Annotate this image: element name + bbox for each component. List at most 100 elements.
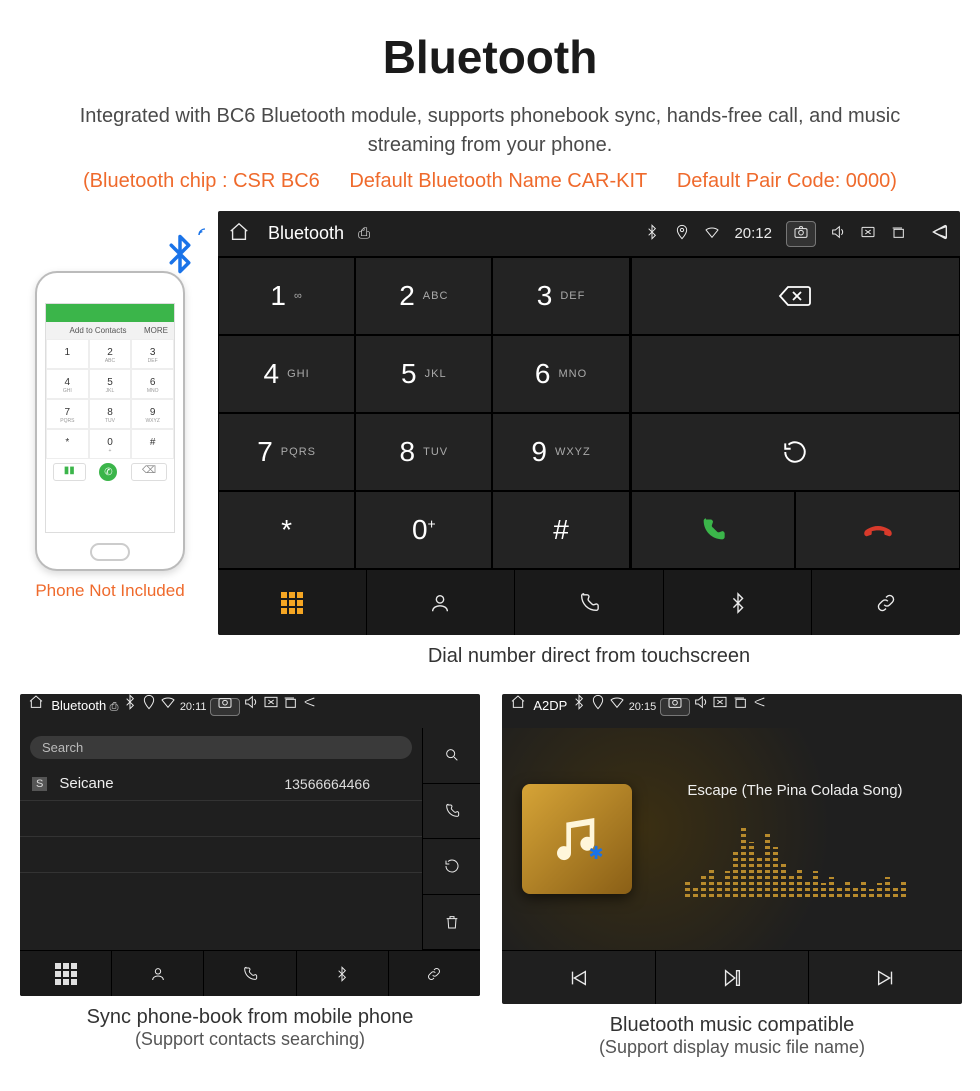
call-button[interactable] xyxy=(422,784,480,840)
bt-status-icon xyxy=(644,224,660,244)
screenshot-icon[interactable] xyxy=(210,698,240,716)
recent-apps-icon[interactable] xyxy=(732,701,748,713)
key-9[interactable]: 9WXYZ xyxy=(492,413,629,491)
nav-pair[interactable] xyxy=(812,570,960,635)
person-icon xyxy=(150,966,166,982)
empty-slot xyxy=(631,335,960,413)
clock-label: 20:15 xyxy=(629,701,657,713)
screenshot-icon[interactable] xyxy=(660,698,690,716)
phone-illustration: Add to Contacts MORE 1 2ABC3DEF 4GHI5JKL… xyxy=(20,211,200,601)
call-button[interactable] xyxy=(631,491,796,569)
key-4[interactable]: 4GHI xyxy=(218,335,355,413)
dialer-screen: Bluetooth ⎙ 20:12 xyxy=(218,211,960,635)
hangup-button[interactable] xyxy=(795,491,960,569)
wifi-icon xyxy=(704,224,720,244)
close-icon[interactable] xyxy=(263,701,279,713)
track-title: Escape (The Pina Colada Song) xyxy=(648,782,942,799)
clock-label: 20:12 xyxy=(734,225,772,242)
bottom-nav xyxy=(218,569,960,635)
nav-bluetooth[interactable] xyxy=(297,951,389,996)
prev-button[interactable] xyxy=(502,951,656,1004)
phone-contacts-label: Add to Contacts xyxy=(70,326,127,335)
music-caption: Bluetooth music compatible (Support disp… xyxy=(502,1004,962,1076)
spec-line: (Bluetooth chip : CSR BC6 Default Blueto… xyxy=(0,160,980,211)
phone-icon xyxy=(578,592,600,614)
keypad-icon xyxy=(281,592,303,614)
spec-code: Default Pair Code: 0000) xyxy=(677,170,897,192)
nav-contacts[interactable] xyxy=(112,951,204,996)
app-title: Bluetooth xyxy=(268,223,344,244)
bluetooth-nav-icon xyxy=(334,966,350,982)
volume-icon[interactable] xyxy=(830,224,846,244)
album-art: ✱ xyxy=(522,784,632,894)
back-icon[interactable] xyxy=(301,701,317,713)
contact-name: Seicane xyxy=(59,775,113,792)
key-1[interactable]: 1∞ xyxy=(218,257,355,335)
gps-icon xyxy=(141,701,157,713)
contact-row[interactable]: S Seicane 13566664466 xyxy=(20,767,422,801)
bluetooth-icon xyxy=(159,233,201,285)
key-8[interactable]: 8TUV xyxy=(355,413,492,491)
link-icon xyxy=(426,966,442,982)
home-icon[interactable] xyxy=(510,701,526,713)
close-icon[interactable] xyxy=(860,224,876,244)
key-0[interactable]: 0+ xyxy=(355,491,492,569)
key-3[interactable]: 3DEF xyxy=(492,257,629,335)
page-title: Bluetooth xyxy=(0,0,980,102)
backspace-button[interactable] xyxy=(631,257,960,335)
phone-mock: Add to Contacts MORE 1 2ABC3DEF 4GHI5JKL… xyxy=(35,271,185,571)
bluetooth-nav-icon xyxy=(727,592,749,614)
key-#[interactable]: # xyxy=(492,491,629,569)
back-icon[interactable] xyxy=(928,221,950,247)
status-bar: Bluetooth ⎙ 20:12 xyxy=(218,211,960,257)
bottom-nav-contacts xyxy=(20,950,480,996)
music-controls xyxy=(502,950,962,1004)
recent-apps-icon[interactable] xyxy=(282,701,298,713)
phone-more-label: MORE xyxy=(144,326,168,335)
key-7[interactable]: 7PQRS xyxy=(218,413,355,491)
key-2[interactable]: 2ABC xyxy=(355,257,492,335)
keypad-icon xyxy=(55,963,77,985)
dial-pad: 1∞2ABC3DEF 4GHI5JKL6MNO 7PQRS8TUV9WXYZ *0+# xyxy=(218,257,631,569)
main-caption: Dial number direct from touchscreen xyxy=(218,635,960,686)
nav-contacts[interactable] xyxy=(367,570,516,635)
phone-note: Phone Not Included xyxy=(20,581,200,601)
nav-keypad[interactable] xyxy=(20,951,112,996)
volume-icon[interactable] xyxy=(693,701,709,713)
recent-apps-icon[interactable] xyxy=(890,224,906,244)
volume-icon[interactable] xyxy=(243,701,259,713)
person-icon xyxy=(429,592,451,614)
nav-bluetooth[interactable] xyxy=(664,570,813,635)
search-input[interactable]: Search xyxy=(30,736,412,759)
nav-pair[interactable] xyxy=(389,951,480,996)
app-title: A2DP xyxy=(533,698,567,713)
nav-calllog[interactable] xyxy=(204,951,296,996)
nav-calllog[interactable] xyxy=(515,570,664,635)
search-button[interactable] xyxy=(422,728,480,784)
screenshot-icon[interactable] xyxy=(786,221,816,247)
delete-button[interactable] xyxy=(422,895,480,951)
key-5[interactable]: 5JKL xyxy=(355,335,492,413)
dial-actions xyxy=(631,257,960,569)
home-icon[interactable] xyxy=(28,701,44,713)
play-pause-button[interactable] xyxy=(656,951,810,1004)
redial-button[interactable] xyxy=(631,413,960,491)
back-icon[interactable] xyxy=(751,701,767,713)
nav-keypad[interactable] xyxy=(218,570,367,635)
spec-chip: (Bluetooth chip : CSR BC6 xyxy=(83,170,320,192)
next-button[interactable] xyxy=(809,951,962,1004)
key-6[interactable]: 6MNO xyxy=(492,335,629,413)
home-icon[interactable] xyxy=(228,221,250,247)
contact-row-empty xyxy=(20,873,422,909)
sync-button[interactable] xyxy=(422,839,480,895)
app-title: Bluetooth xyxy=(51,698,106,713)
status-bar-contacts: Bluetooth ⎙ 20:11 xyxy=(20,694,480,728)
usb-icon: ⎙ xyxy=(110,701,119,713)
key-*[interactable]: * xyxy=(218,491,355,569)
close-icon[interactable] xyxy=(712,701,728,713)
phone-icon xyxy=(242,966,258,982)
contacts-screen: Bluetooth ⎙ 20:11 Search S Seicane xyxy=(20,694,480,996)
spec-name: Default Bluetooth Name CAR-KIT xyxy=(349,170,647,192)
contact-number: 13566664466 xyxy=(284,776,370,792)
contact-row-empty xyxy=(20,837,422,873)
